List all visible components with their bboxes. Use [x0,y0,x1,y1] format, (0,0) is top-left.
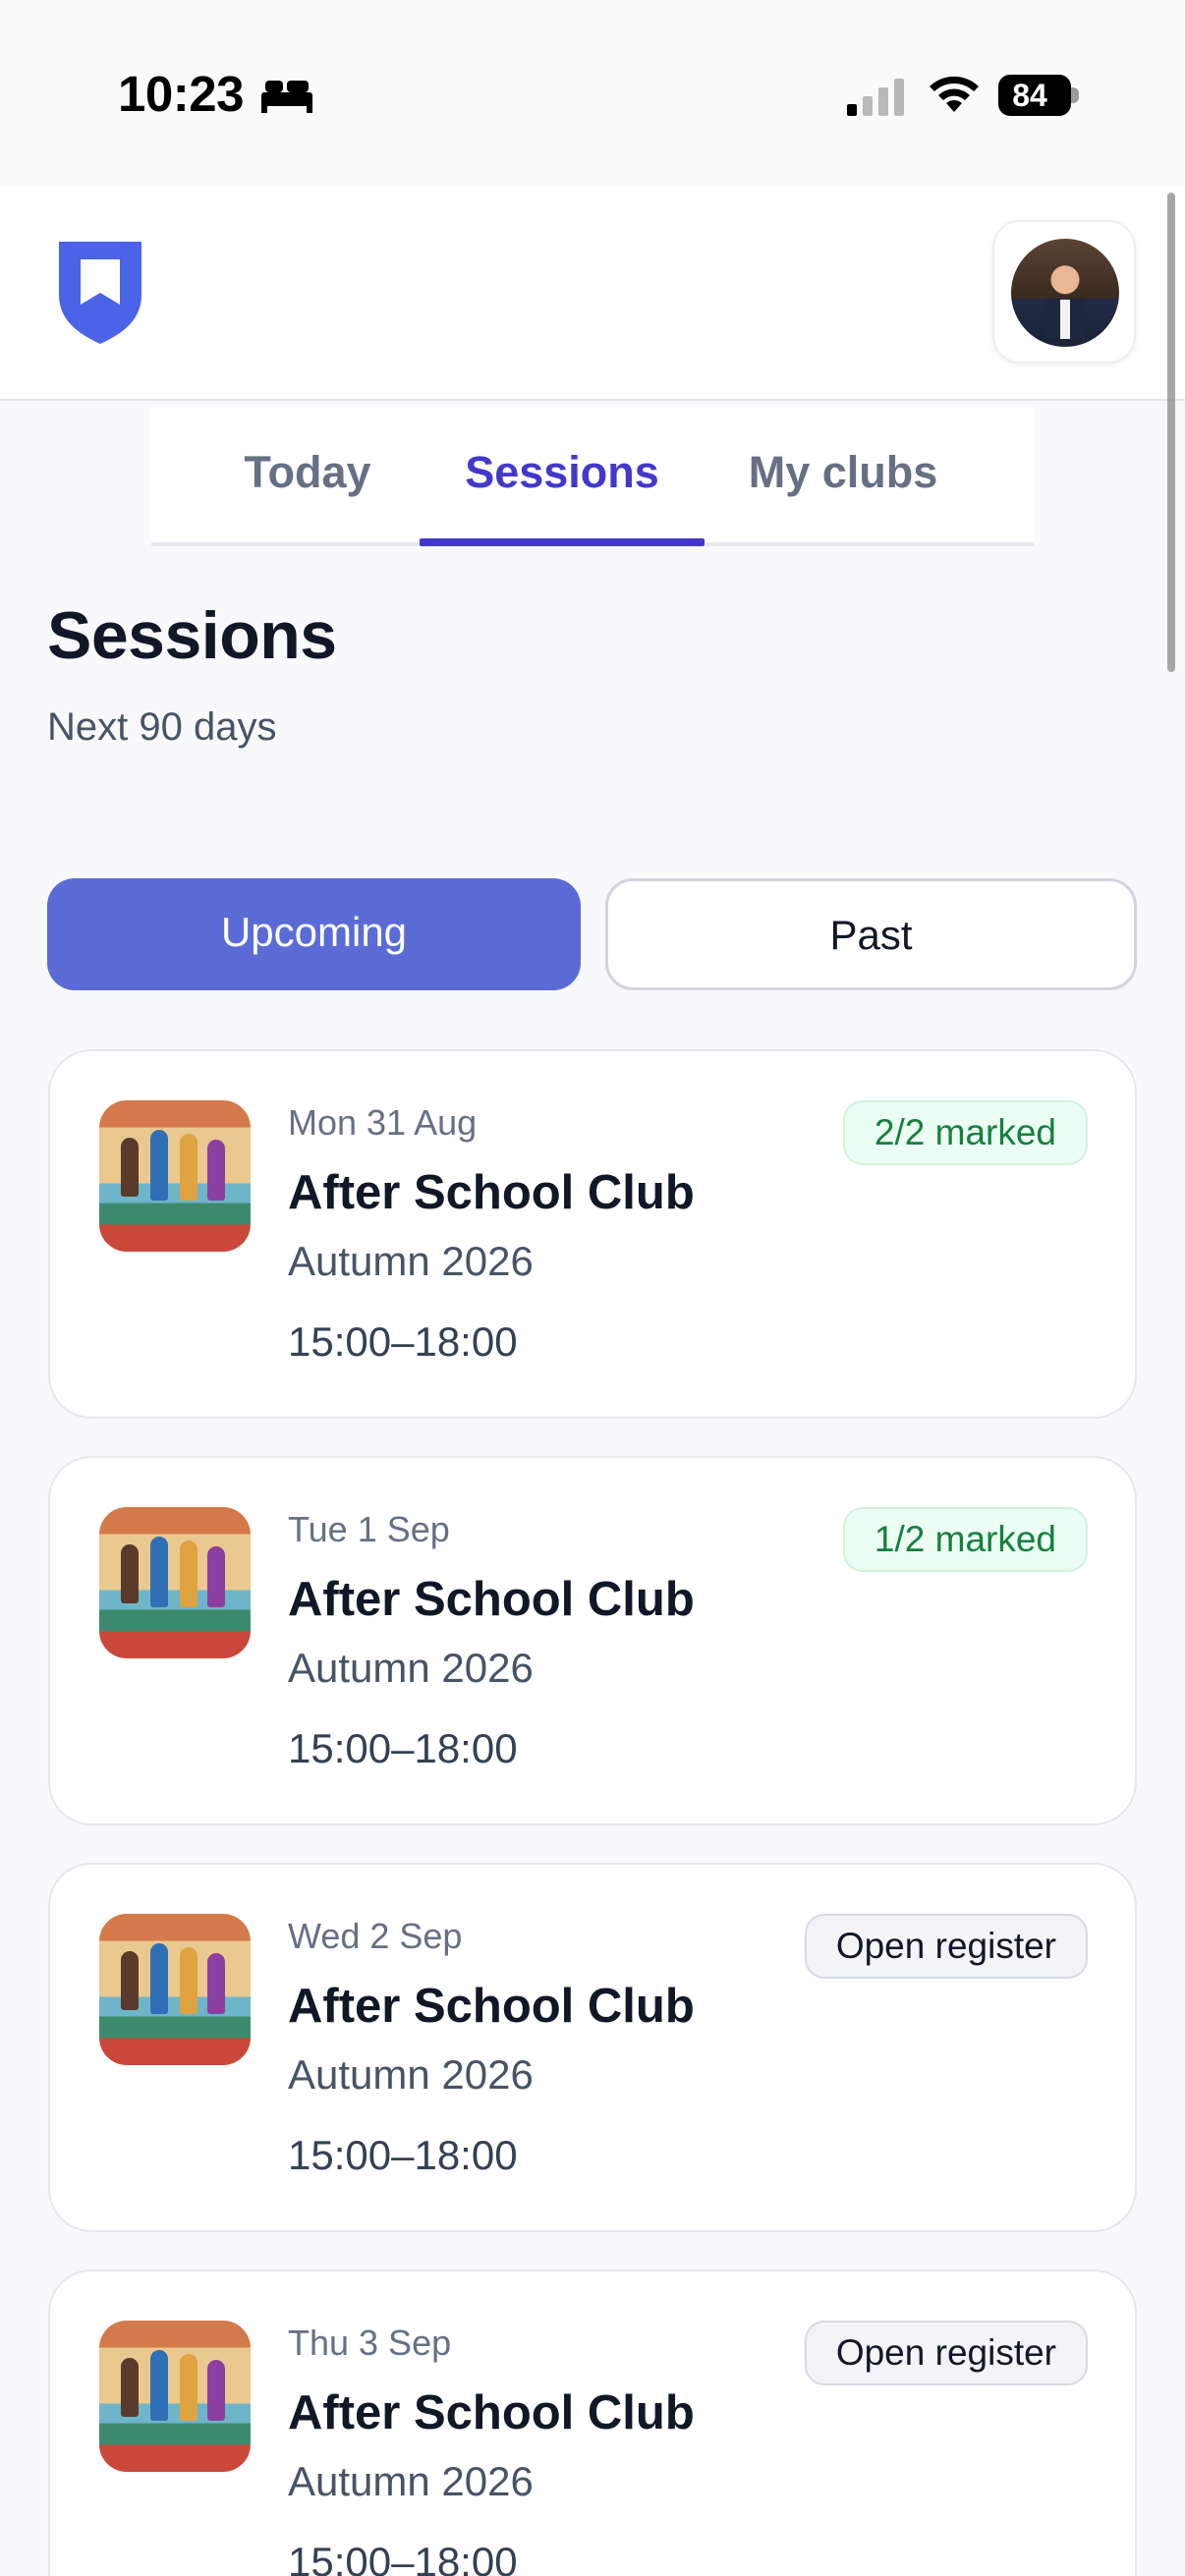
session-term: Autumn 2026 [288,1645,534,1691]
session-title: After School Club [288,1980,695,2033]
shield-logo-icon[interactable] [53,236,147,346]
session-time: 15:00–18:00 [288,1725,518,1771]
app-header [0,187,1185,401]
cellular-signal-icon [847,79,904,116]
session-time: 15:00–18:00 [288,1318,518,1365]
bed-icon [261,81,312,113]
status-time: 10:23 [118,66,244,122]
session-time: 15:00–18:00 [288,2539,518,2576]
session-title: After School Club [288,2386,695,2439]
upcoming-filter-button[interactable]: Upcoming [47,878,581,990]
club-thumbnail [99,1507,251,1658]
page-title: Sessions [47,598,337,673]
tab-my-clubs[interactable]: My clubs [705,407,982,546]
club-thumbnail [99,1914,251,2065]
user-avatar [1011,239,1119,347]
scrollbar[interactable] [1167,193,1175,672]
session-term: Autumn 2026 [288,1238,534,1284]
session-title: After School Club [288,1573,695,1626]
session-time: 15:00–18:00 [288,2132,518,2178]
session-card[interactable]: Mon 31 Aug After School Club Autumn 2026… [48,1049,1137,1419]
page-subtitle: Next 90 days [47,705,277,749]
open-register-button[interactable]: Open register [804,2321,1088,2385]
session-term: Autumn 2026 [288,2051,534,2098]
session-card[interactable]: Wed 2 Sep After School Club Autumn 2026 … [48,1863,1137,2232]
session-term: Autumn 2026 [288,2458,534,2504]
session-date: Tue 1 Sep [288,1509,450,1549]
status-bar: 10:23 84 [0,0,1185,187]
tab-sessions[interactable]: Sessions [420,407,705,546]
sessions-screen: 10:23 84 Today Sessions My clubs Session… [0,0,1185,2576]
club-thumbnail [99,2321,251,2472]
session-date: Mon 31 Aug [288,1102,478,1143]
tab-bar: Today Sessions My clubs [151,407,1034,546]
past-filter-button[interactable]: Past [605,878,1137,990]
session-date: Thu 3 Sep [288,2323,452,2363]
session-date: Wed 2 Sep [288,1916,463,1956]
session-card[interactable]: Tue 1 Sep After School Club Autumn 2026 … [48,1456,1137,1825]
register-status-badge: 1/2 marked [842,1507,1088,1572]
session-title: After School Club [288,1166,695,1219]
tab-today[interactable]: Today [210,407,405,546]
club-thumbnail [99,1100,251,1252]
battery-icon: 84 [998,75,1081,116]
open-register-button[interactable]: Open register [804,1914,1088,1979]
wifi-icon [930,76,979,112]
battery-level: 84 [1012,78,1047,113]
active-tab-indicator [420,538,705,546]
session-card[interactable]: Thu 3 Sep After School Club Autumn 2026 … [48,2269,1137,2576]
profile-avatar-button[interactable] [992,220,1136,364]
register-status-badge: 2/2 marked [842,1100,1088,1165]
